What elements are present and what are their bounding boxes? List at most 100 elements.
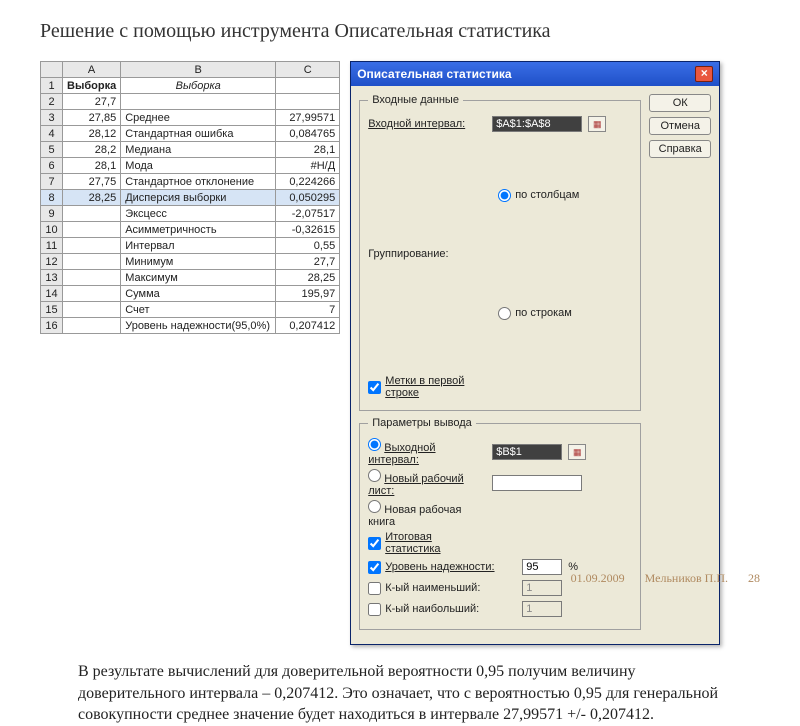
cell[interactable] [63,222,121,238]
corner-cell[interactable] [41,62,63,78]
cell[interactable]: 27,75 [63,174,121,190]
cell[interactable]: 0,207412 [276,318,340,334]
cell[interactable]: 0,050295 [276,190,340,206]
row-header[interactable]: 3 [41,110,63,126]
cell[interactable]: 28,25 [63,190,121,206]
cell[interactable]: 28,1 [276,142,340,158]
body-paragraph: В результате вычислений для доверительно… [78,661,732,726]
cell[interactable]: Уровень надежности(95,0%) [121,318,276,334]
by-rows-radio[interactable]: по строкам [498,254,579,372]
row-header[interactable]: 14 [41,286,63,302]
row-header[interactable]: 11 [41,238,63,254]
cell[interactable]: 195,97 [276,286,340,302]
cell[interactable] [63,238,121,254]
range-picker-icon[interactable] [588,116,606,132]
col-header-a[interactable]: A [63,62,121,78]
cell[interactable] [63,254,121,270]
cell[interactable]: Стандартная ошибка [121,126,276,142]
row-header[interactable]: 10 [41,222,63,238]
cell[interactable]: -0,32615 [276,222,340,238]
by-columns-radio[interactable]: по столбцам [498,136,579,254]
new-sheet-radio[interactable]: Новый рабочий лист: [368,469,486,497]
k-smallest-field [522,580,562,596]
k-largest-field [522,601,562,617]
row-header[interactable]: 7 [41,174,63,190]
cell[interactable]: Сумма [121,286,276,302]
dialog-title: Описательная статистика [357,67,511,81]
labels-first-row-checkbox[interactable]: Метки в первой строке [368,375,486,399]
descriptive-stats-dialog: Описательная статистика × Входные данные… [350,61,720,645]
cell[interactable] [276,78,340,94]
cell[interactable]: Максимум [121,270,276,286]
row-header[interactable]: 13 [41,270,63,286]
cell[interactable]: 0,55 [276,238,340,254]
cell[interactable]: 27,85 [63,110,121,126]
row-header[interactable]: 9 [41,206,63,222]
input-range-field[interactable] [492,116,582,132]
confidence-checkbox[interactable]: Уровень надежности: [368,561,516,574]
row-header[interactable]: 5 [41,142,63,158]
range-picker-icon[interactable] [568,444,586,460]
row-header[interactable]: 12 [41,254,63,270]
cell[interactable]: 27,7 [276,254,340,270]
cell[interactable]: Медиана [121,142,276,158]
cell[interactable]: Минимум [121,254,276,270]
output-range-radio[interactable]: Выходной интервал: [368,438,486,466]
dialog-titlebar[interactable]: Описательная статистика × [351,62,719,86]
cell[interactable] [63,318,121,334]
summary-stats-checkbox[interactable]: Итоговая статистика [368,531,486,555]
cell[interactable] [63,286,121,302]
row-header[interactable]: 15 [41,302,63,318]
row-header[interactable]: 6 [41,158,63,174]
spreadsheet: A B C 1ВыборкаВыборка227,7327,85Среднее2… [40,61,340,334]
row-header[interactable]: 4 [41,126,63,142]
new-book-radio[interactable]: Новая рабочая книга [368,500,486,528]
cell[interactable] [63,302,121,318]
cancel-button[interactable]: Отмена [649,117,711,135]
row-header[interactable]: 16 [41,318,63,334]
cell[interactable]: Интервал [121,238,276,254]
cell[interactable]: Среднее [121,110,276,126]
cell[interactable]: 0,084765 [276,126,340,142]
cell[interactable]: Дисперсия выборки [121,190,276,206]
cell[interactable]: Счет [121,302,276,318]
cell[interactable] [121,94,276,110]
k-largest-checkbox[interactable]: К-ый наибольший: [368,603,516,616]
cell[interactable]: 28,12 [63,126,121,142]
cell[interactable]: 28,1 [63,158,121,174]
cell[interactable]: #Н/Д [276,158,340,174]
ok-button[interactable]: ОК [649,94,711,112]
output-range-field[interactable] [492,444,562,460]
row-header[interactable]: 8 [41,190,63,206]
cell[interactable]: -2,07517 [276,206,340,222]
confidence-field[interactable] [522,559,562,575]
cell[interactable]: Эксцесс [121,206,276,222]
row-header[interactable]: 1 [41,78,63,94]
cell[interactable]: Выборка [121,78,276,94]
cell[interactable] [276,94,340,110]
col-header-c[interactable]: C [276,62,340,78]
new-sheet-field[interactable] [492,475,582,491]
footer-author: Мельников П.П. [645,571,728,586]
cell[interactable]: 27,7 [63,94,121,110]
cell[interactable]: Асимметричность [121,222,276,238]
cell[interactable]: Стандартное отклонение [121,174,276,190]
page-title: Решение с помощью инструмента Описательн… [40,20,770,43]
help-button[interactable]: Справка [649,140,711,158]
close-icon[interactable]: × [695,66,713,82]
cell[interactable]: Мода [121,158,276,174]
output-params-legend: Параметры вывода [368,417,476,429]
row-header[interactable]: 2 [41,94,63,110]
cell[interactable]: 28,25 [276,270,340,286]
cell[interactable]: 7 [276,302,340,318]
cell[interactable]: 0,224266 [276,174,340,190]
cell[interactable] [63,270,121,286]
k-smallest-checkbox[interactable]: К-ый наименьший: [368,582,516,595]
footer: 01.09.2009 Мельников П.П. 28 [571,571,760,586]
cell[interactable] [63,206,121,222]
col-header-b[interactable]: B [121,62,276,78]
cell[interactable]: Выборка [63,78,121,94]
cell[interactable]: 28,2 [63,142,121,158]
cell[interactable]: 27,99571 [276,110,340,126]
input-data-legend: Входные данные [368,94,463,106]
